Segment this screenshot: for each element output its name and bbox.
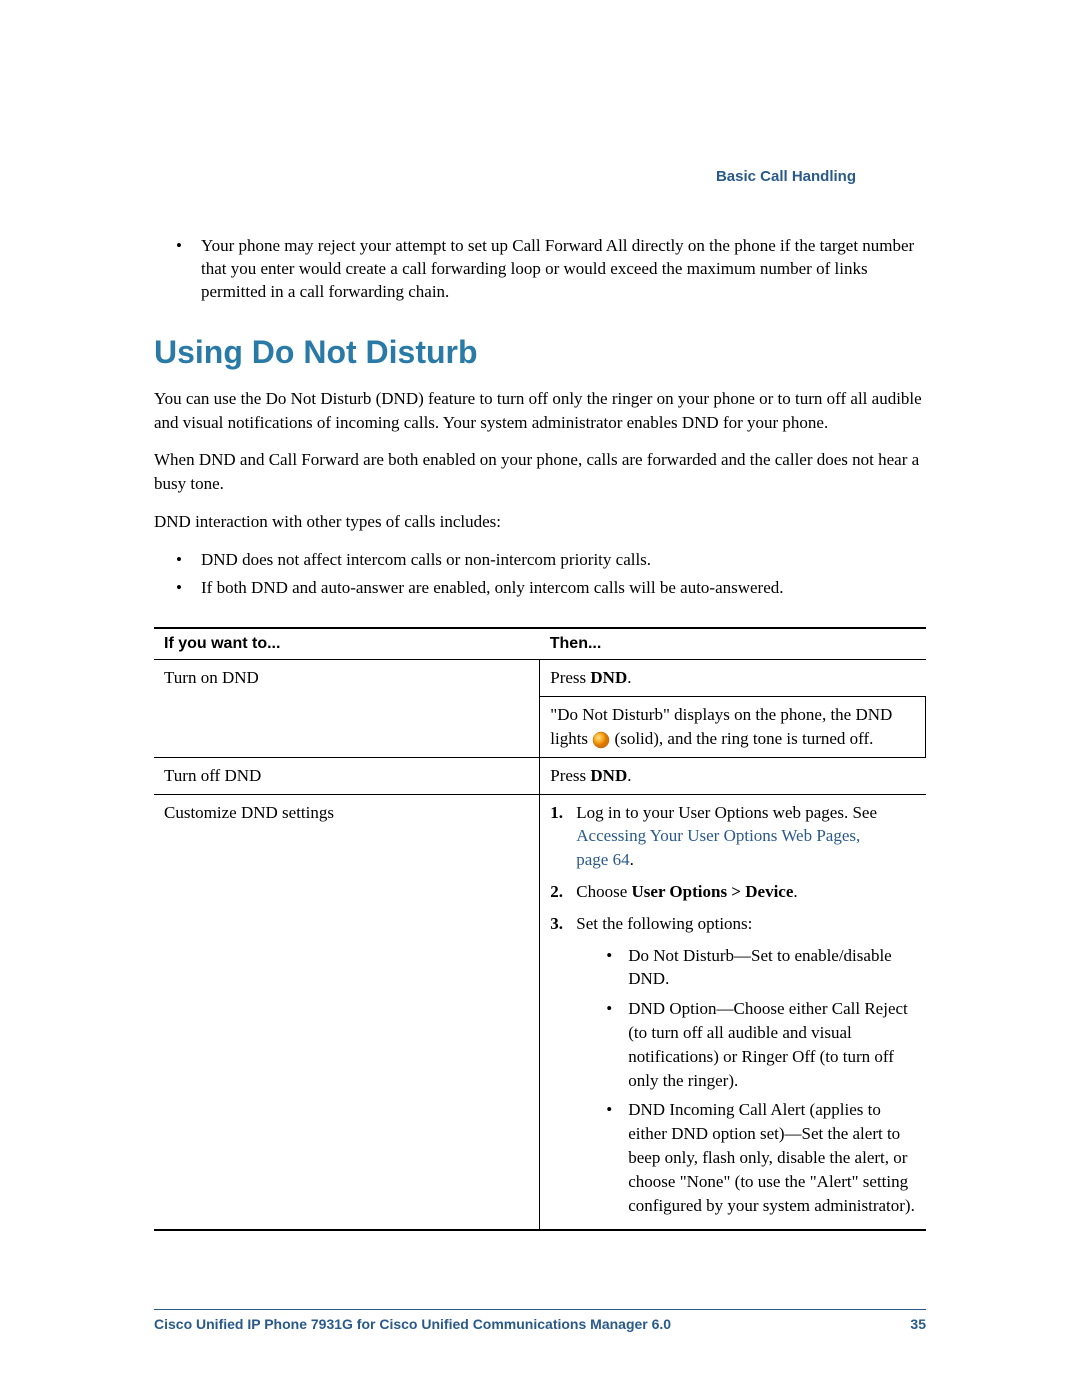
body-paragraph-1: You can use the Do Not Disturb (DND) fea… — [154, 387, 926, 435]
table-header-col1: If you want to... — [154, 628, 540, 660]
footer-title: Cisco Unified IP Phone 7931G for Cisco U… — [154, 1316, 671, 1332]
footer-page-number: 35 — [910, 1316, 926, 1332]
dnd-instructions-table: If you want to... Then... Turn on DND Pr… — [154, 627, 926, 1231]
section-heading: Using Do Not Disturb — [154, 334, 926, 371]
bullet-dot-icon: • — [176, 235, 201, 304]
bullet-dot-icon: • — [606, 1098, 628, 1217]
table-cell-then: 1. Log in to your User Options web pages… — [540, 794, 926, 1230]
bullet-dot-icon: • — [606, 997, 628, 1092]
amber-dot-status-icon — [592, 731, 610, 749]
header-section-label: Basic Call Handling — [154, 168, 926, 185]
step-text: Log in to your User Options web pages. S… — [576, 801, 915, 872]
table-cell-then: Press DND. — [540, 660, 926, 697]
sub-bullet-text: DND Incoming Call Alert (applies to eith… — [628, 1098, 915, 1217]
bullet-text-1: DND does not affect intercom calls or no… — [201, 548, 651, 572]
step-number: 2. — [550, 880, 576, 904]
body-paragraph-3: DND interaction with other types of call… — [154, 510, 926, 534]
dnd-interaction-list: • DND does not affect intercom calls or … — [176, 548, 926, 600]
table-row: Turn on DND Press DND. — [154, 660, 926, 697]
intro-bullet-text: Your phone may reject your attempt to se… — [201, 235, 926, 304]
intro-bullet-list: • Your phone may reject your attempt to … — [176, 235, 926, 304]
table-row: Turn off DND Press DND. — [154, 757, 926, 794]
body-paragraph-2: When DND and Call Forward are both enabl… — [154, 448, 926, 496]
bullet-dot-icon: • — [176, 548, 201, 572]
table-cell-then: "Do Not Disturb" displays on the phone, … — [540, 697, 926, 758]
table-cell-want: Turn off DND — [154, 757, 540, 794]
table-cell-want: Turn on DND — [154, 660, 540, 757]
link-accessing-user-options[interactable]: Accessing Your User Options Web Pages, p… — [576, 826, 860, 869]
table-cell-then: Press DND. — [540, 757, 926, 794]
bullet-text-2: If both DND and auto-answer are enabled,… — [201, 576, 784, 600]
table-header-col2: Then... — [540, 628, 926, 660]
bullet-dot-icon: • — [606, 944, 628, 992]
sub-bullet-text: Do Not Disturb—Set to enable/disable DND… — [628, 944, 915, 992]
step-text: Choose User Options > Device. — [576, 880, 797, 904]
step-number: 3. — [550, 912, 576, 936]
table-cell-want: Customize DND settings — [154, 794, 540, 1230]
page-footer: Cisco Unified IP Phone 7931G for Cisco U… — [154, 1309, 926, 1332]
bullet-dot-icon: • — [176, 576, 201, 600]
step-number: 1. — [550, 801, 576, 872]
step-text: Set the following options: — [576, 912, 752, 936]
sub-bullet-text: DND Option—Choose either Call Reject (to… — [628, 997, 915, 1092]
table-row: Customize DND settings 1. Log in to your… — [154, 794, 926, 1230]
